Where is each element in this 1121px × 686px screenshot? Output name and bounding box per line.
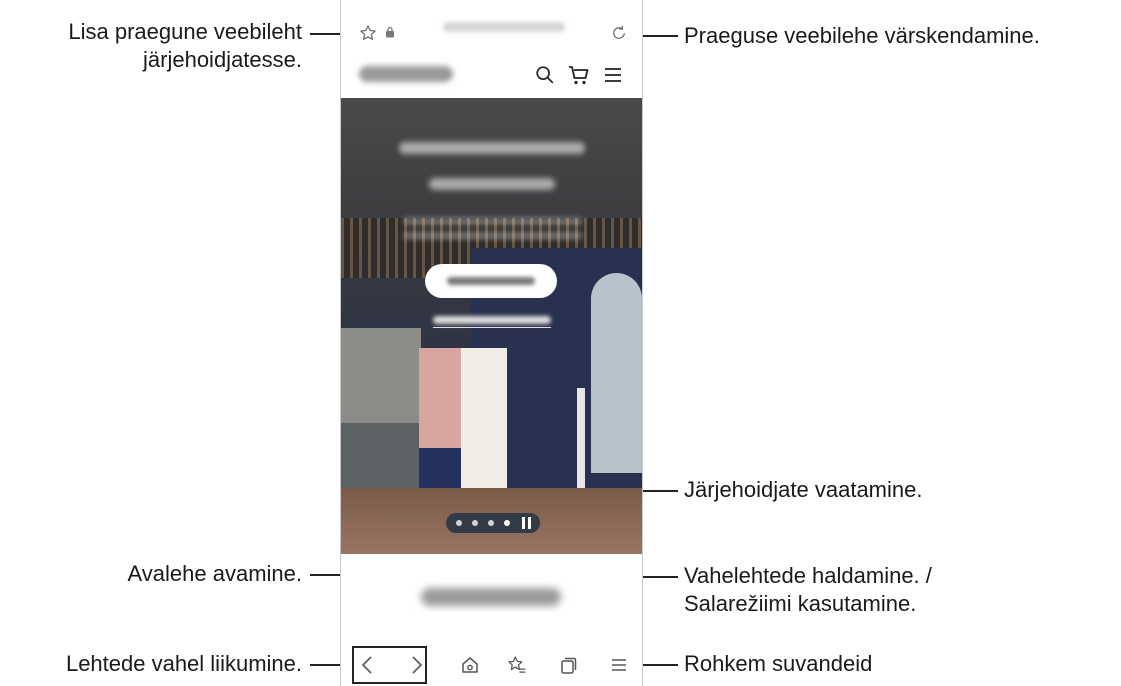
site-header — [341, 52, 642, 98]
address-bar[interactable] — [341, 0, 642, 52]
hero-sub-link[interactable] — [433, 316, 551, 324]
hero-headline-line1 — [399, 142, 585, 154]
pause-icon[interactable] — [520, 513, 534, 533]
star-icon[interactable] — [359, 24, 377, 42]
callout-more: Rohkem suvandeid — [684, 651, 873, 676]
carousel-indicator[interactable] — [446, 513, 540, 533]
hero-cta-button[interactable] — [425, 264, 557, 298]
callout-refresh: Praeguse veebilehe värskendamine. — [684, 23, 1040, 48]
url-text[interactable] — [443, 22, 565, 32]
callout-navigate: Lehtede vahel liikumine. — [65, 651, 302, 676]
callout-bookmarks-view: Järjehoidjate vaatamine. — [684, 477, 923, 502]
section-heading — [421, 588, 561, 606]
hero-headline-line2 — [429, 178, 555, 190]
carousel-dot[interactable] — [472, 520, 478, 526]
site-logo[interactable] — [359, 66, 453, 82]
carousel-dot[interactable] — [488, 520, 494, 526]
callout-bookmark-add-line2: järjehoidjatesse. — [143, 47, 302, 72]
hero-banner[interactable] — [341, 98, 642, 554]
cart-icon[interactable] — [567, 64, 591, 86]
callout-tabs-line1: Vahelehtede haldamine. / — [684, 563, 932, 588]
browser-screen — [340, 0, 643, 686]
carousel-dot-active[interactable] — [504, 520, 510, 526]
callout-bookmark-add: Lisa praegune veebileht järjehoidjatesse… — [68, 18, 302, 74]
hero-subtext-line2 — [403, 232, 583, 239]
callout-tabs: Vahelehtede haldamine. / Salarežiimi kas… — [684, 562, 932, 618]
callout-bookmark-add-line1: Lisa praegune veebileht — [68, 19, 302, 44]
refresh-icon[interactable] — [610, 24, 628, 42]
hero-arch — [591, 273, 642, 473]
hero-cabinet — [341, 423, 421, 488]
hero-subtext-line1 — [403, 218, 583, 225]
more-menu-icon[interactable] — [611, 658, 627, 672]
hero-vacuum — [577, 388, 585, 488]
home-icon[interactable] — [461, 656, 479, 674]
page-content-below-hero — [341, 554, 642, 612]
tabs-icon[interactable] — [560, 655, 578, 675]
bookmarks-star-list-icon[interactable] — [507, 655, 527, 675]
carousel-dot[interactable] — [456, 520, 462, 526]
hero-fridge-white — [461, 348, 507, 500]
hamburger-menu-icon[interactable] — [604, 66, 622, 84]
hero-fridge-pink — [419, 348, 461, 448]
hero-cta-label — [447, 277, 535, 285]
hero-sub-link-underline — [433, 327, 551, 328]
navigation-highlight-box — [352, 646, 427, 684]
callout-tabs-line2: Salarežiimi kasutamine. — [684, 591, 917, 616]
hero-kitchen-wall — [341, 328, 421, 428]
search-icon[interactable] — [534, 64, 556, 86]
lock-icon — [386, 26, 394, 38]
callout-home: Avalehe avamine. — [127, 561, 303, 586]
